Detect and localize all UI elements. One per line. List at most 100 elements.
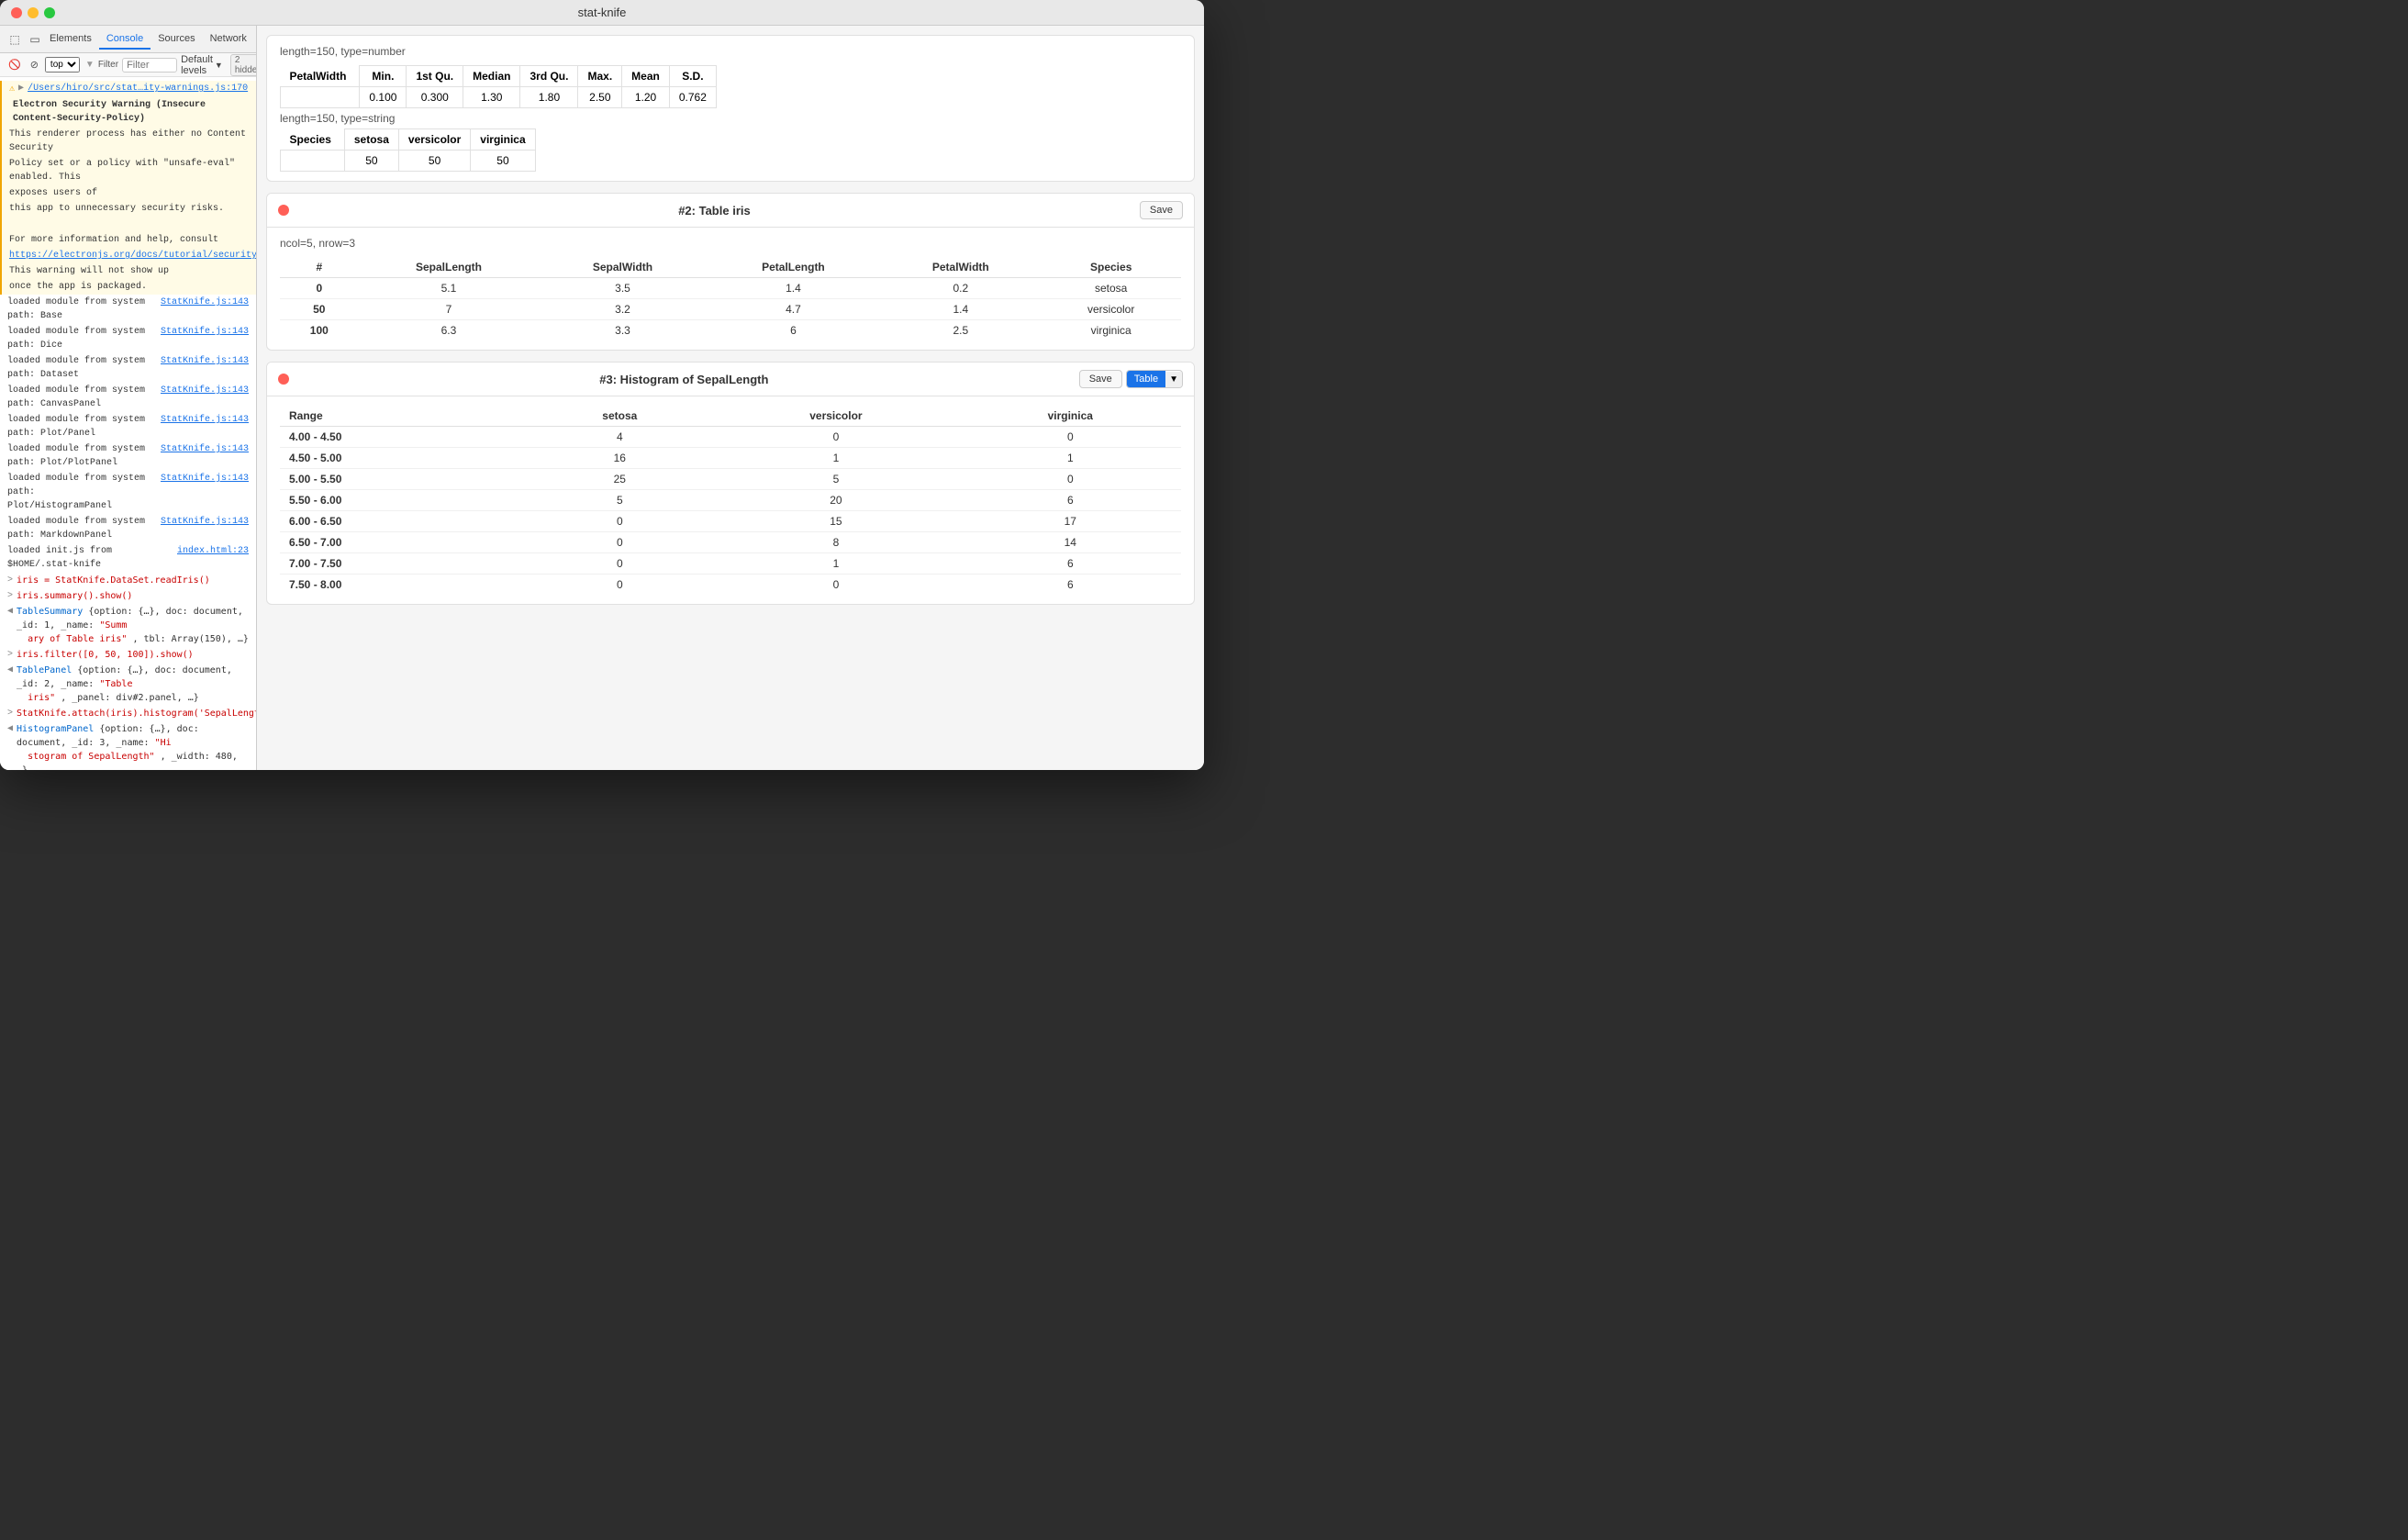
species-label: Species	[281, 129, 345, 151]
setosa-cell: 0	[527, 532, 712, 553]
table-row: 7.50 - 8.00006	[280, 575, 1181, 596]
col-petallength: PetalLength	[707, 257, 881, 278]
table-row: 5.50 - 6.005206	[280, 490, 1181, 511]
row-50-pl: 4.7	[707, 299, 881, 320]
console-warning-text-5: this app to unnecessary security risks.	[0, 201, 256, 217]
val-3rdqu: 1.80	[520, 87, 578, 108]
versicolor-cell: 1	[712, 448, 959, 469]
col-sepalwidth: SepalWidth	[539, 257, 706, 278]
tab-elements[interactable]: Elements	[42, 29, 99, 50]
input-filter: > iris.filter([0, 50, 100]).show()	[0, 647, 256, 663]
val-min: 0.100	[360, 87, 407, 108]
versicolor-cell: 15	[712, 511, 959, 532]
versicolor-cell: 8	[712, 532, 959, 553]
range-cell: 4.50 - 5.00	[280, 448, 527, 469]
row-50-pw: 1.4	[880, 299, 1041, 320]
traffic-lights	[11, 7, 55, 18]
panel-2-save-button[interactable]: Save	[1140, 201, 1183, 219]
row-50-sp: versicolor	[1041, 299, 1181, 320]
row-50-sl: 7	[359, 299, 540, 320]
range-cell: 7.00 - 7.50	[280, 553, 527, 575]
filter-input[interactable]	[122, 58, 177, 73]
table-dropdown-label: Table	[1127, 371, 1165, 387]
col-sd: S.D.	[669, 66, 716, 87]
close-button[interactable]	[11, 7, 22, 18]
context-select[interactable]: top	[45, 57, 80, 73]
virginica-cell: 6	[960, 575, 1181, 596]
log-link-9[interactable]: index.html:23	[177, 544, 249, 558]
col-1stqu: 1st Qu.	[407, 66, 463, 87]
log-link-2[interactable]: StatKnife.js:143	[161, 325, 249, 339]
species-summary-table: Species setosa versicolor virginica 50 5…	[280, 128, 536, 172]
console-warning-text-9: once the app is packaged.	[0, 279, 256, 295]
range-cell: 5.50 - 6.00	[280, 490, 527, 511]
setosa-cell: 4	[527, 427, 712, 448]
virginica-cell: 17	[960, 511, 1181, 532]
partial-meta-top: length=150, type=number	[280, 45, 1181, 58]
range-cell: 6.50 - 7.00	[280, 532, 527, 553]
expand-histogrampanel[interactable]: ◀	[7, 722, 13, 736]
log-link-8[interactable]: StatKnife.js:143	[161, 515, 249, 529]
warning-source-link[interactable]: /Users/hiro/src/stat…ity-warnings.js:170	[28, 84, 248, 94]
table-row: 7.00 - 7.50016	[280, 553, 1181, 575]
table-row: 100 6.3 3.3 6 2.5 virginica	[280, 320, 1181, 341]
virginica-cell: 14	[960, 532, 1181, 553]
chevron-down-icon[interactable]: ▼	[1165, 372, 1182, 387]
log-plotpanel: loaded module from system path: Plot/Pan…	[0, 412, 256, 441]
app-window: stat-knife ⬚ ▭ Elements Console Sources	[0, 0, 1204, 770]
log-link-3[interactable]: StatKnife.js:143	[161, 354, 249, 368]
versicolor-cell: 5	[712, 469, 959, 490]
log-link-4[interactable]: StatKnife.js:143	[161, 384, 249, 397]
col-setosa: setosa	[527, 406, 712, 427]
panel-3-save-button[interactable]: Save	[1079, 370, 1122, 388]
clear-console-button[interactable]: 🚫	[6, 58, 24, 72]
expand-tablepanel[interactable]: ◀	[7, 664, 13, 677]
setosa-cell: 25	[527, 469, 712, 490]
tab-network[interactable]: Network	[203, 29, 254, 50]
row-0-sw: 3.5	[539, 278, 706, 299]
count-virginica: 50	[471, 151, 535, 172]
panel-2-header: #2: Table iris Save	[267, 194, 1194, 228]
panel-2-table: # SepalLength SepalWidth PetalLength Pet…	[280, 257, 1181, 340]
log-link-6[interactable]: StatKnife.js:143	[161, 442, 249, 456]
security-link[interactable]: https://electronjs.org/docs/tutorial/sec…	[9, 251, 256, 261]
count-versicolor: 50	[398, 151, 470, 172]
petalwidth-label: PetalWidth	[281, 66, 360, 87]
virginica-cell: 0	[960, 427, 1181, 448]
minimize-button[interactable]	[28, 7, 39, 18]
stop-button[interactable]: ⊘	[28, 58, 41, 72]
val-median: 1.30	[463, 87, 520, 108]
warning-icon: ⚠	[9, 83, 15, 96]
console-warning-text-8: This warning will not show up	[0, 263, 256, 279]
title-bar: stat-knife	[0, 0, 1204, 26]
row-100-pw: 2.5	[880, 320, 1041, 341]
col-species: Species	[1041, 257, 1181, 278]
table-row: 6.50 - 7.000814	[280, 532, 1181, 553]
device-icon[interactable]: ▭	[28, 32, 42, 47]
tab-sources[interactable]: Sources	[150, 29, 202, 50]
expand-arrow[interactable]: ▶	[18, 82, 24, 95]
panel-2-dot	[278, 205, 289, 216]
col-sepallength: SepalLength	[359, 257, 540, 278]
log-link-5[interactable]: StatKnife.js:143	[161, 413, 249, 427]
main-content: ⬚ ▭ Elements Console Sources Network »	[0, 26, 1204, 770]
cursor-icon[interactable]: ⬚	[7, 32, 22, 47]
default-levels[interactable]: Default levels ▼	[181, 54, 223, 76]
log-link-7[interactable]: StatKnife.js:143	[161, 472, 249, 485]
expand-tablesummary[interactable]: ◀	[7, 605, 13, 619]
tab-console[interactable]: Console	[99, 29, 150, 50]
panel-2-title: #2: Table iris	[296, 204, 1132, 218]
table-row: 0 5.1 3.5 1.4 0.2 setosa	[280, 278, 1181, 299]
versicolor-cell: 1	[712, 553, 959, 575]
maximize-button[interactable]	[44, 7, 55, 18]
log-link-1[interactable]: StatKnife.js:143	[161, 296, 249, 309]
col-mean: Mean	[622, 66, 670, 87]
table-dropdown[interactable]: Table ▼	[1126, 370, 1183, 388]
range-cell: 4.00 - 4.50	[280, 427, 527, 448]
panel-3-header: #3: Histogram of SepalLength Save Table …	[267, 363, 1194, 396]
table-row: 4.00 - 4.50400	[280, 427, 1181, 448]
row-100-sp: virginica	[1041, 320, 1181, 341]
val-sd: 0.762	[669, 87, 716, 108]
setosa-cell: 0	[527, 575, 712, 596]
versicolor-cell: 0	[712, 427, 959, 448]
